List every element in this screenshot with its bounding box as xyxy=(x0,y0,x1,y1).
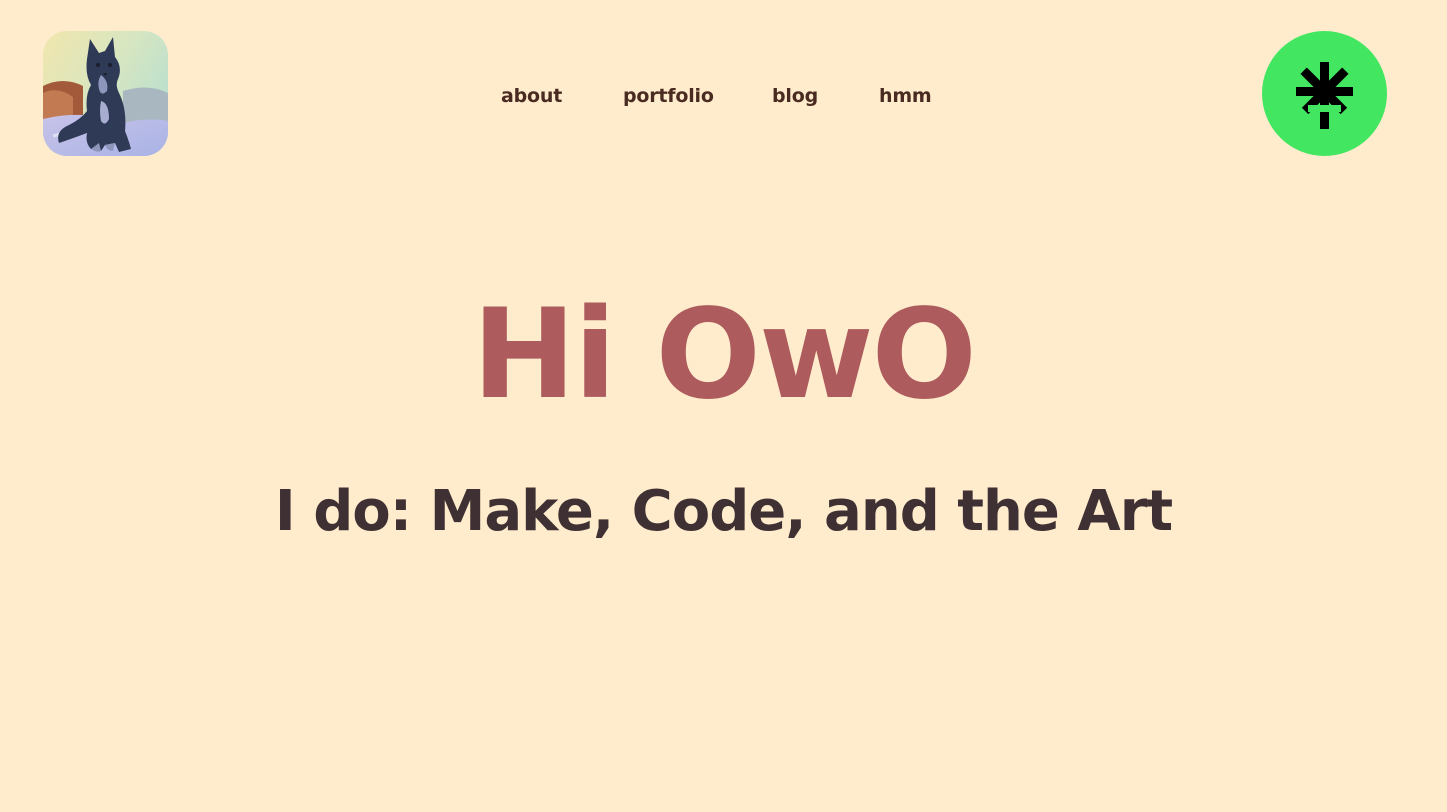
nav-link-portfolio[interactable]: portfolio xyxy=(623,85,714,107)
nav-link-hmm[interactable]: hmm xyxy=(879,85,932,107)
linktree-button[interactable] xyxy=(1262,31,1387,156)
linktree-asterisk-icon xyxy=(1296,62,1353,129)
nav-link-about[interactable]: about xyxy=(501,85,562,107)
nav-link-blog[interactable]: blog xyxy=(772,85,818,107)
main-nav: about portfolio blog hmm xyxy=(0,85,1447,111)
hero-subtitle: I do: Make, Code, and the Art xyxy=(274,479,1173,544)
hero-title: Hi OwO xyxy=(472,283,977,427)
